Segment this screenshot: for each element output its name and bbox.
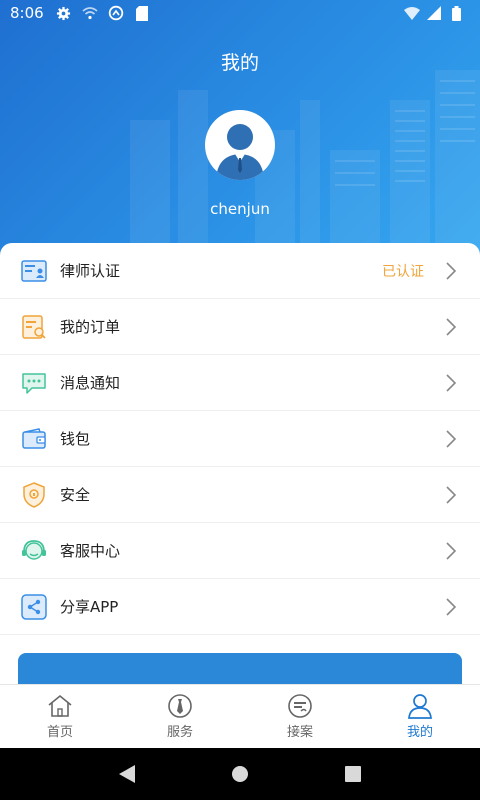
tab-label: 接案: [286, 725, 313, 740]
sd-card-icon: [134, 5, 150, 21]
menu-item-wallet[interactable]: 钱包: [0, 411, 480, 467]
tab-services[interactable]: 服务: [120, 685, 240, 748]
wallet-icon: [20, 425, 48, 453]
menu-item-label: 消息通知: [60, 374, 121, 392]
chat-bubble-icon: [20, 369, 48, 397]
menu-card: 律师认证 已认证 我的订单 消息通知 钱包 安全 客服中心 分享APP: [0, 243, 480, 689]
shield-icon: [20, 481, 48, 509]
menu-item-label: 分享APP: [60, 598, 119, 616]
tab-label: 服务: [166, 725, 193, 740]
profile-header: 8:06 我的 chenjun: [0, 0, 480, 270]
menu-item-customer-service[interactable]: 客服中心: [0, 523, 480, 579]
wifi-off-icon: [82, 5, 98, 21]
order-search-icon: [20, 313, 48, 341]
menu-item-my-orders[interactable]: 我的订单: [0, 299, 480, 355]
id-card-icon: [20, 257, 48, 285]
system-navigation-bar: [0, 748, 480, 800]
case-icon: [287, 693, 313, 719]
headset-icon: [20, 537, 48, 565]
bottom-tab-bar: 首页 服务 接案 我的: [0, 684, 480, 748]
battery-icon: [448, 5, 464, 21]
menu-item-lawyer-certification[interactable]: 律师认证 已认证: [0, 243, 480, 299]
wifi-x-icon: [404, 5, 420, 21]
tab-label: 首页: [46, 725, 73, 740]
page-title: 我的: [220, 52, 259, 74]
share-icon: [20, 593, 48, 621]
status-bar: 8:06: [0, 0, 480, 26]
menu-item-security[interactable]: 安全: [0, 467, 480, 523]
app-root: 8:06 我的 chenjun 律师认证 已认证 我的订单 消息通知 钱包 安全…: [0, 0, 480, 800]
status-time: 8:06: [10, 4, 44, 22]
chevron-right-icon: [444, 372, 458, 394]
user-icon: [407, 693, 433, 719]
menu-item-label: 钱包: [60, 430, 91, 448]
menu-item-label: 律师认证: [60, 262, 121, 280]
chevron-right-icon: [444, 540, 458, 562]
signal-icon: [426, 5, 442, 21]
gear-icon: [56, 5, 72, 21]
back-icon[interactable]: [115, 762, 139, 786]
chevron-right-icon: [444, 428, 458, 450]
menu-item-message-notifications[interactable]: 消息通知: [0, 355, 480, 411]
user-silhouette-icon: [216, 124, 264, 180]
home-icon: [47, 693, 73, 719]
chevron-right-icon: [444, 260, 458, 282]
certified-status: 已认证: [382, 263, 424, 280]
menu-item-share-app[interactable]: 分享APP: [0, 579, 480, 635]
tab-label: 我的: [406, 725, 433, 740]
sync-icon: [108, 5, 124, 21]
home-circle-icon[interactable]: [228, 762, 252, 786]
tab-mine[interactable]: 我的: [360, 685, 480, 748]
chevron-right-icon: [444, 484, 458, 506]
username: chenjun: [210, 200, 270, 218]
tab-accept-cases[interactable]: 接案: [240, 685, 360, 748]
chevron-right-icon: [444, 316, 458, 338]
menu-item-label: 安全: [60, 486, 91, 504]
tab-home[interactable]: 首页: [0, 685, 120, 748]
avatar[interactable]: [205, 110, 275, 180]
chevron-right-icon: [444, 596, 458, 618]
tie-icon: [167, 693, 193, 719]
recents-icon[interactable]: [341, 762, 365, 786]
menu-item-label: 我的订单: [60, 318, 121, 336]
menu-item-label: 客服中心: [60, 542, 121, 560]
